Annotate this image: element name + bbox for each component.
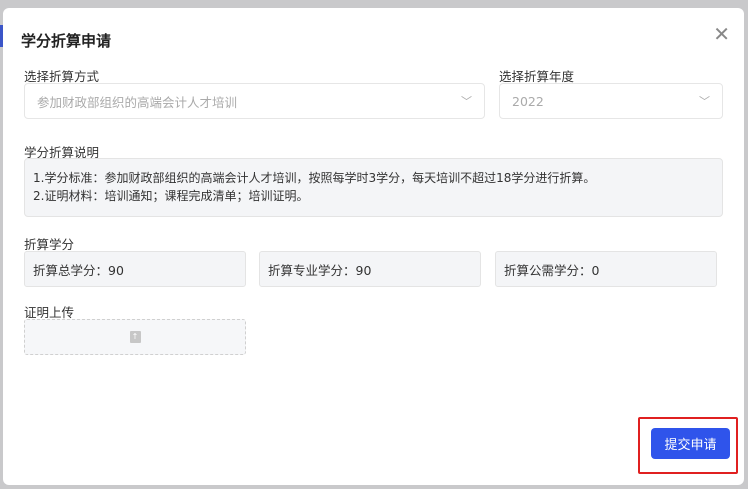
description-box: 1.学分标准：参加财政部组织的高端会计人才培训，按照每学时3学分，每天培训不超过…: [24, 158, 723, 217]
description-line: 2.证明材料：培训通知；课程完成清单；培训证明。: [33, 189, 309, 203]
close-icon[interactable]: ✕: [713, 22, 730, 46]
submit-button[interactable]: 提交申请: [651, 428, 730, 459]
chevron-down-icon: ﹀: [699, 95, 710, 108]
total-credits-field: 折算总学分：90: [24, 251, 246, 287]
professional-credits-field: 折算专业学分：90: [259, 251, 481, 287]
upload-area[interactable]: ↑: [24, 319, 246, 355]
chevron-down-icon: ﹀: [461, 95, 472, 108]
public-credits-field: 折算公需学分：0: [495, 251, 717, 287]
file-upload-icon: ↑: [129, 331, 141, 343]
credit-conversion-dialog: 学分折算申请 ✕ 选择折算方式 参加财政部组织的高端会计人才培训 ﹀ 选择折算年…: [3, 8, 744, 485]
year-value: 2022: [512, 93, 544, 109]
dialog-title: 学分折算申请: [21, 32, 112, 50]
method-value: 参加财政部组织的高端会计人才培训: [37, 94, 238, 110]
method-select[interactable]: 参加财政部组织的高端会计人才培训 ﹀: [24, 83, 485, 119]
year-select[interactable]: 2022 ﹀: [499, 83, 723, 119]
description-line: 1.学分标准：参加财政部组织的高端会计人才培训，按照每学时3学分，每天培训不超过…: [33, 171, 596, 185]
